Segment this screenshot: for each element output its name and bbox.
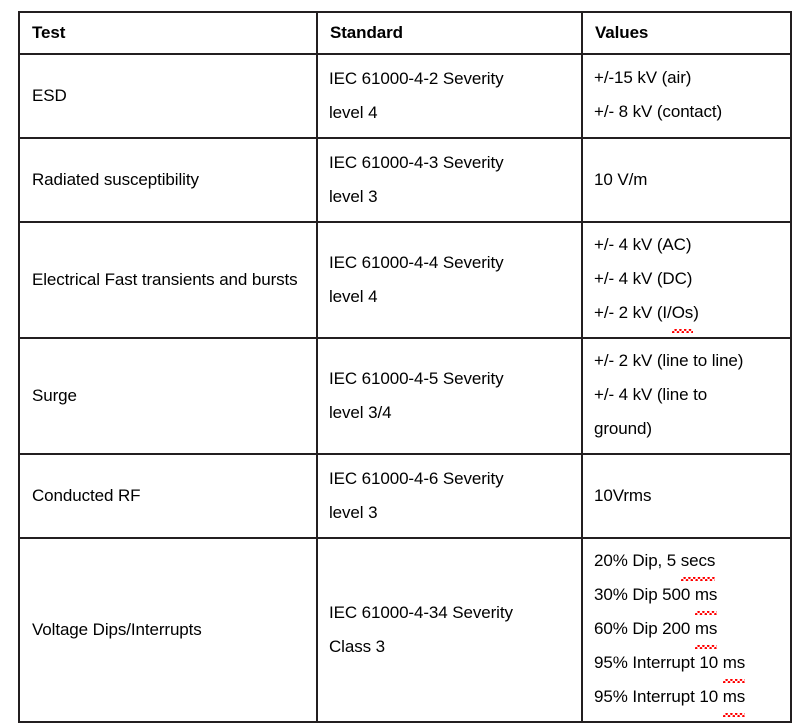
standard-line: IEC 61000-4-34 Severity bbox=[329, 603, 513, 622]
standard-line: Class 3 bbox=[329, 637, 385, 656]
standard-text: IEC 61000-4-5 Severity level 3/4 bbox=[318, 355, 581, 437]
cell-values: 10 V/m bbox=[581, 137, 792, 223]
cell-test: Electrical Fast transients and bursts bbox=[18, 221, 318, 339]
value-line: 10 V/m bbox=[594, 170, 648, 189]
standard-text: IEC 61000-4-34 Severity Class 3 bbox=[318, 589, 581, 671]
standard-line: IEC 61000-4-5 Severity bbox=[329, 369, 504, 388]
standard-line: level 3 bbox=[329, 503, 378, 522]
values-text: +/- 2 kV (line to line) +/- 4 kV (line t… bbox=[583, 339, 790, 453]
emc-test-table: Test Standard Values ESD IEC 61000-4-2 S… bbox=[18, 11, 792, 723]
test-name: Surge bbox=[32, 386, 77, 405]
spellcheck-underline: ms bbox=[694, 612, 718, 649]
value-line: +/-15 kV (air) bbox=[594, 68, 692, 87]
values-text: 10Vrms bbox=[583, 472, 790, 520]
value-line: +/- 2 kV (line to line) bbox=[594, 351, 744, 370]
column-header-test-label: Test bbox=[32, 23, 66, 42]
test-name: Radiated susceptibility bbox=[32, 170, 199, 189]
value-line: 20% Dip, 5 secs bbox=[594, 544, 790, 581]
spellcheck-underline: secs bbox=[680, 544, 715, 581]
cell-standard: IEC 61000-4-3 Severity level 3 bbox=[316, 137, 583, 223]
value-line: +/- 4 kV (DC) bbox=[594, 269, 693, 288]
table-row: ESD IEC 61000-4-2 Severity level 4 +/-15… bbox=[18, 53, 792, 139]
table-header: Test Standard Values bbox=[18, 11, 792, 55]
cell-test: Surge bbox=[18, 337, 318, 455]
spellcheck-underline: ms bbox=[722, 680, 746, 717]
value-line: +/- 2 kV (I/Os) bbox=[594, 296, 790, 333]
standard-line: level 4 bbox=[329, 103, 378, 122]
column-header-values: Values bbox=[581, 11, 792, 55]
column-header-values-label: Values bbox=[595, 23, 649, 42]
table-row: Surge IEC 61000-4-5 Severity level 3/4 +… bbox=[18, 337, 792, 455]
cell-standard: IEC 61000-4-2 Severity level 4 bbox=[316, 53, 583, 139]
values-text: 10 V/m bbox=[583, 156, 790, 204]
values-text: +/-15 kV (air) +/- 8 kV (contact) bbox=[583, 56, 790, 136]
values-text: 20% Dip, 5 secs 30% Dip 500 ms 60% Dip 2… bbox=[583, 539, 790, 721]
standard-line: IEC 61000-4-6 Severity bbox=[329, 469, 504, 488]
cell-test: Voltage Dips/Interrupts bbox=[18, 537, 318, 723]
standard-line: level 4 bbox=[329, 287, 378, 306]
test-name: Conducted RF bbox=[32, 486, 141, 505]
cell-values: 10Vrms bbox=[581, 453, 792, 539]
cell-values: +/- 4 kV (AC) +/- 4 kV (DC) +/- 2 kV (I/… bbox=[581, 221, 792, 339]
table-row: Voltage Dips/Interrupts IEC 61000-4-34 S… bbox=[18, 537, 792, 723]
value-line: +/- 8 kV (contact) bbox=[594, 102, 723, 121]
cell-values: +/-15 kV (air) +/- 8 kV (contact) bbox=[581, 53, 792, 139]
column-header-standard-label: Standard bbox=[330, 23, 403, 42]
value-line: 95% Interrupt 10 ms bbox=[594, 680, 790, 717]
column-header-standard: Standard bbox=[316, 11, 583, 55]
cell-test: Radiated susceptibility bbox=[18, 137, 318, 223]
table-body: ESD IEC 61000-4-2 Severity level 4 +/-15… bbox=[18, 53, 792, 723]
value-line: ground) bbox=[594, 419, 652, 438]
column-header-test: Test bbox=[18, 11, 318, 55]
standard-text: IEC 61000-4-4 Severity level 4 bbox=[318, 239, 581, 321]
table-header-row: Test Standard Values bbox=[18, 11, 792, 55]
test-name: Electrical Fast transients and bursts bbox=[32, 270, 298, 289]
spellcheck-underline: ms bbox=[722, 646, 746, 683]
spellcheck-underline: ms bbox=[694, 578, 718, 615]
standard-line: IEC 61000-4-3 Severity bbox=[329, 153, 504, 172]
table-row: Radiated susceptibility IEC 61000-4-3 Se… bbox=[18, 137, 792, 223]
cell-test: ESD bbox=[18, 53, 318, 139]
value-line: 95% Interrupt 10 ms bbox=[594, 646, 790, 683]
value-line: +/- 4 kV (AC) bbox=[594, 235, 692, 254]
value-line: +/- 4 kV (line to bbox=[594, 385, 708, 404]
cell-values: +/- 2 kV (line to line) +/- 4 kV (line t… bbox=[581, 337, 792, 455]
cell-standard: IEC 61000-4-4 Severity level 4 bbox=[316, 221, 583, 339]
test-name: Voltage Dips/Interrupts bbox=[32, 620, 202, 639]
standard-text: IEC 61000-4-2 Severity level 4 bbox=[318, 55, 581, 137]
cell-values: 20% Dip, 5 secs 30% Dip 500 ms 60% Dip 2… bbox=[581, 537, 792, 723]
standard-text: IEC 61000-4-6 Severity level 3 bbox=[318, 455, 581, 537]
table-row: Electrical Fast transients and bursts IE… bbox=[18, 221, 792, 339]
standard-line: IEC 61000-4-4 Severity bbox=[329, 253, 504, 272]
cell-test: Conducted RF bbox=[18, 453, 318, 539]
value-line: 30% Dip 500 ms bbox=[594, 578, 790, 615]
standard-line: level 3/4 bbox=[329, 403, 392, 422]
table-row: Conducted RF IEC 61000-4-6 Severity leve… bbox=[18, 453, 792, 539]
standard-line: level 3 bbox=[329, 187, 378, 206]
spellcheck-underline: Os bbox=[671, 296, 693, 333]
cell-standard: IEC 61000-4-5 Severity level 3/4 bbox=[316, 337, 583, 455]
values-text: +/- 4 kV (AC) +/- 4 kV (DC) +/- 2 kV (I/… bbox=[583, 223, 790, 337]
standard-line: IEC 61000-4-2 Severity bbox=[329, 69, 504, 88]
page-root: Test Standard Values ESD IEC 61000-4-2 S… bbox=[0, 0, 800, 723]
value-line: 10Vrms bbox=[594, 486, 652, 505]
test-name: ESD bbox=[32, 86, 67, 105]
value-line: 60% Dip 200 ms bbox=[594, 612, 790, 649]
cell-standard: IEC 61000-4-6 Severity level 3 bbox=[316, 453, 583, 539]
cell-standard: IEC 61000-4-34 Severity Class 3 bbox=[316, 537, 583, 723]
standard-text: IEC 61000-4-3 Severity level 3 bbox=[318, 139, 581, 221]
